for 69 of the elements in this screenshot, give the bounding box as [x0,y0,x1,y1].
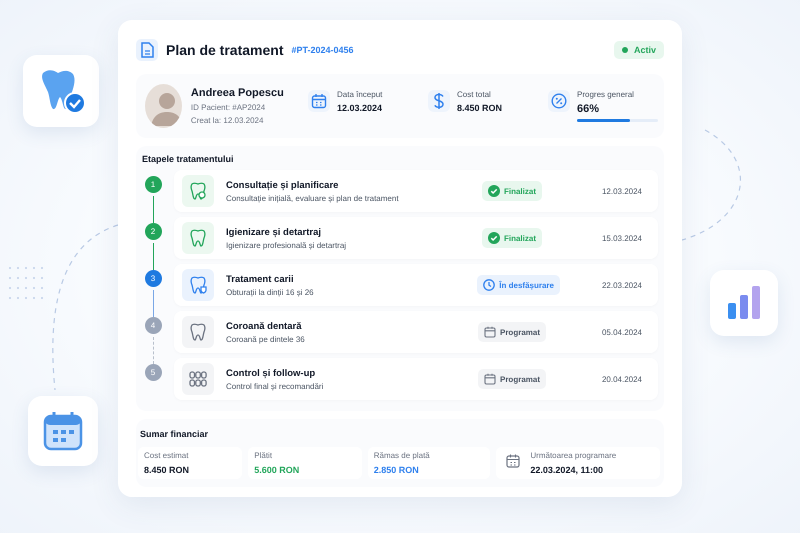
finance-label: Cost estimat [144,451,190,460]
stage-date: 12.03.2024 [600,186,642,196]
stage-date: 15.03.2024 [600,234,642,242]
stat-label: Progres general [577,90,635,99]
stage-date: 22.03.2024 [600,280,642,290]
timeline-connector [152,243,154,270]
tooth-shield-icon [182,269,214,301]
plan-code: #PT-2024-0456 [291,45,354,55]
patient-name: Andreea Popescu [190,87,285,99]
document-icon [136,39,158,61]
finance-value: 2.850 RON [374,465,420,475]
bar-chart-icon [710,270,778,336]
status-badge: Finalizat [482,228,542,248]
stat-value: 66% [577,103,600,115]
stage-row[interactable]: Consultație și planificare Consultație inițială, evaluare și plan de tratament Finalizat 12.03.2024 [174,170,658,212]
status-badge: Programat [478,322,546,342]
plan-title: Plan de tratament [166,42,284,58]
status-badge: Programat [478,369,546,389]
finance-label: Plătit [254,451,274,460]
finance-value: 5.600 RON [254,465,300,475]
step-number: 5 [144,364,162,381]
stat-label: Data început [337,90,384,99]
tooth-check-icon [23,55,99,127]
status-badge: Activ [614,41,664,59]
stage-description: Igienizare profesională și detartraj [226,240,348,250]
step-number: 3 [144,270,162,287]
stage-date: 05.04.2024 [600,328,642,336]
stage-description: Coroană pe dintele 36 [226,334,306,344]
step-number: 4 [144,317,162,334]
stage-description: Control final și recomandări [226,382,324,390]
patient-id: ID Pacient: #AP2024 [190,103,266,112]
stage-title: Consultație și planificare [226,180,340,190]
teeth-icon [182,363,214,395]
stage-title: Tratament carii [226,274,295,284]
stage-row[interactable]: Tratament carii Obturații la dinții 16 și 26 În desfășurare 22.03.2024 [174,264,658,306]
tooth-icon [182,222,214,254]
timeline-connector [152,337,154,364]
finance-value: 8.450 RON [144,465,190,475]
step-number: 2 [144,223,162,240]
finance-label: Rămas de plată [374,451,431,460]
stage-title: Control și follow-up [226,368,316,378]
status-badge: În desfășurare [477,275,560,295]
tooth-icon [182,316,214,348]
stage-description: Consultație inițială, evaluare și plan de tratament [226,194,400,202]
section-title: Etapele tratamentului [141,154,235,164]
dollar-icon [428,90,450,112]
calendar-icon [308,90,330,112]
finance-label: Următoarea programare [530,451,616,460]
timeline-connector [152,196,154,223]
step-number: 1 [144,176,162,193]
calendar-icon [28,396,98,466]
percent-icon [548,90,570,112]
stage-description: Obturații la dinții 16 și 26 [226,288,315,296]
stage-date: 20.04.2024 [600,374,642,384]
stat-value: 12.03.2024 [337,103,384,113]
stage-title: Coroană dentară [226,320,303,332]
stage-row[interactable]: Coroană dentară Coroană pe dintele 36 Programat 05.04.2024 [174,311,658,353]
avatar-placeholder [145,84,182,128]
tooth-search-icon [182,175,214,207]
created-date: Creat la: 12.03.2024 [190,116,264,125]
stage-title: Igienizare și detartraj [226,226,322,238]
section-title: Sumar financiar [139,429,210,439]
timeline-connector [152,290,154,317]
next-appointment: 22.03.2024, 11:00 [530,465,604,475]
stat-label: Cost total [457,90,492,99]
status-badge: Finalizat [482,181,542,201]
stat-value: 8.450 RON [457,103,504,113]
stage-row[interactable]: Control și follow-up Control final și recomandări Programat 20.04.2024 [174,358,658,400]
stage-row[interactable]: Igienizare și detartraj Igienizare profesională și detartraj Finalizat 15.03.2024 [174,217,658,259]
